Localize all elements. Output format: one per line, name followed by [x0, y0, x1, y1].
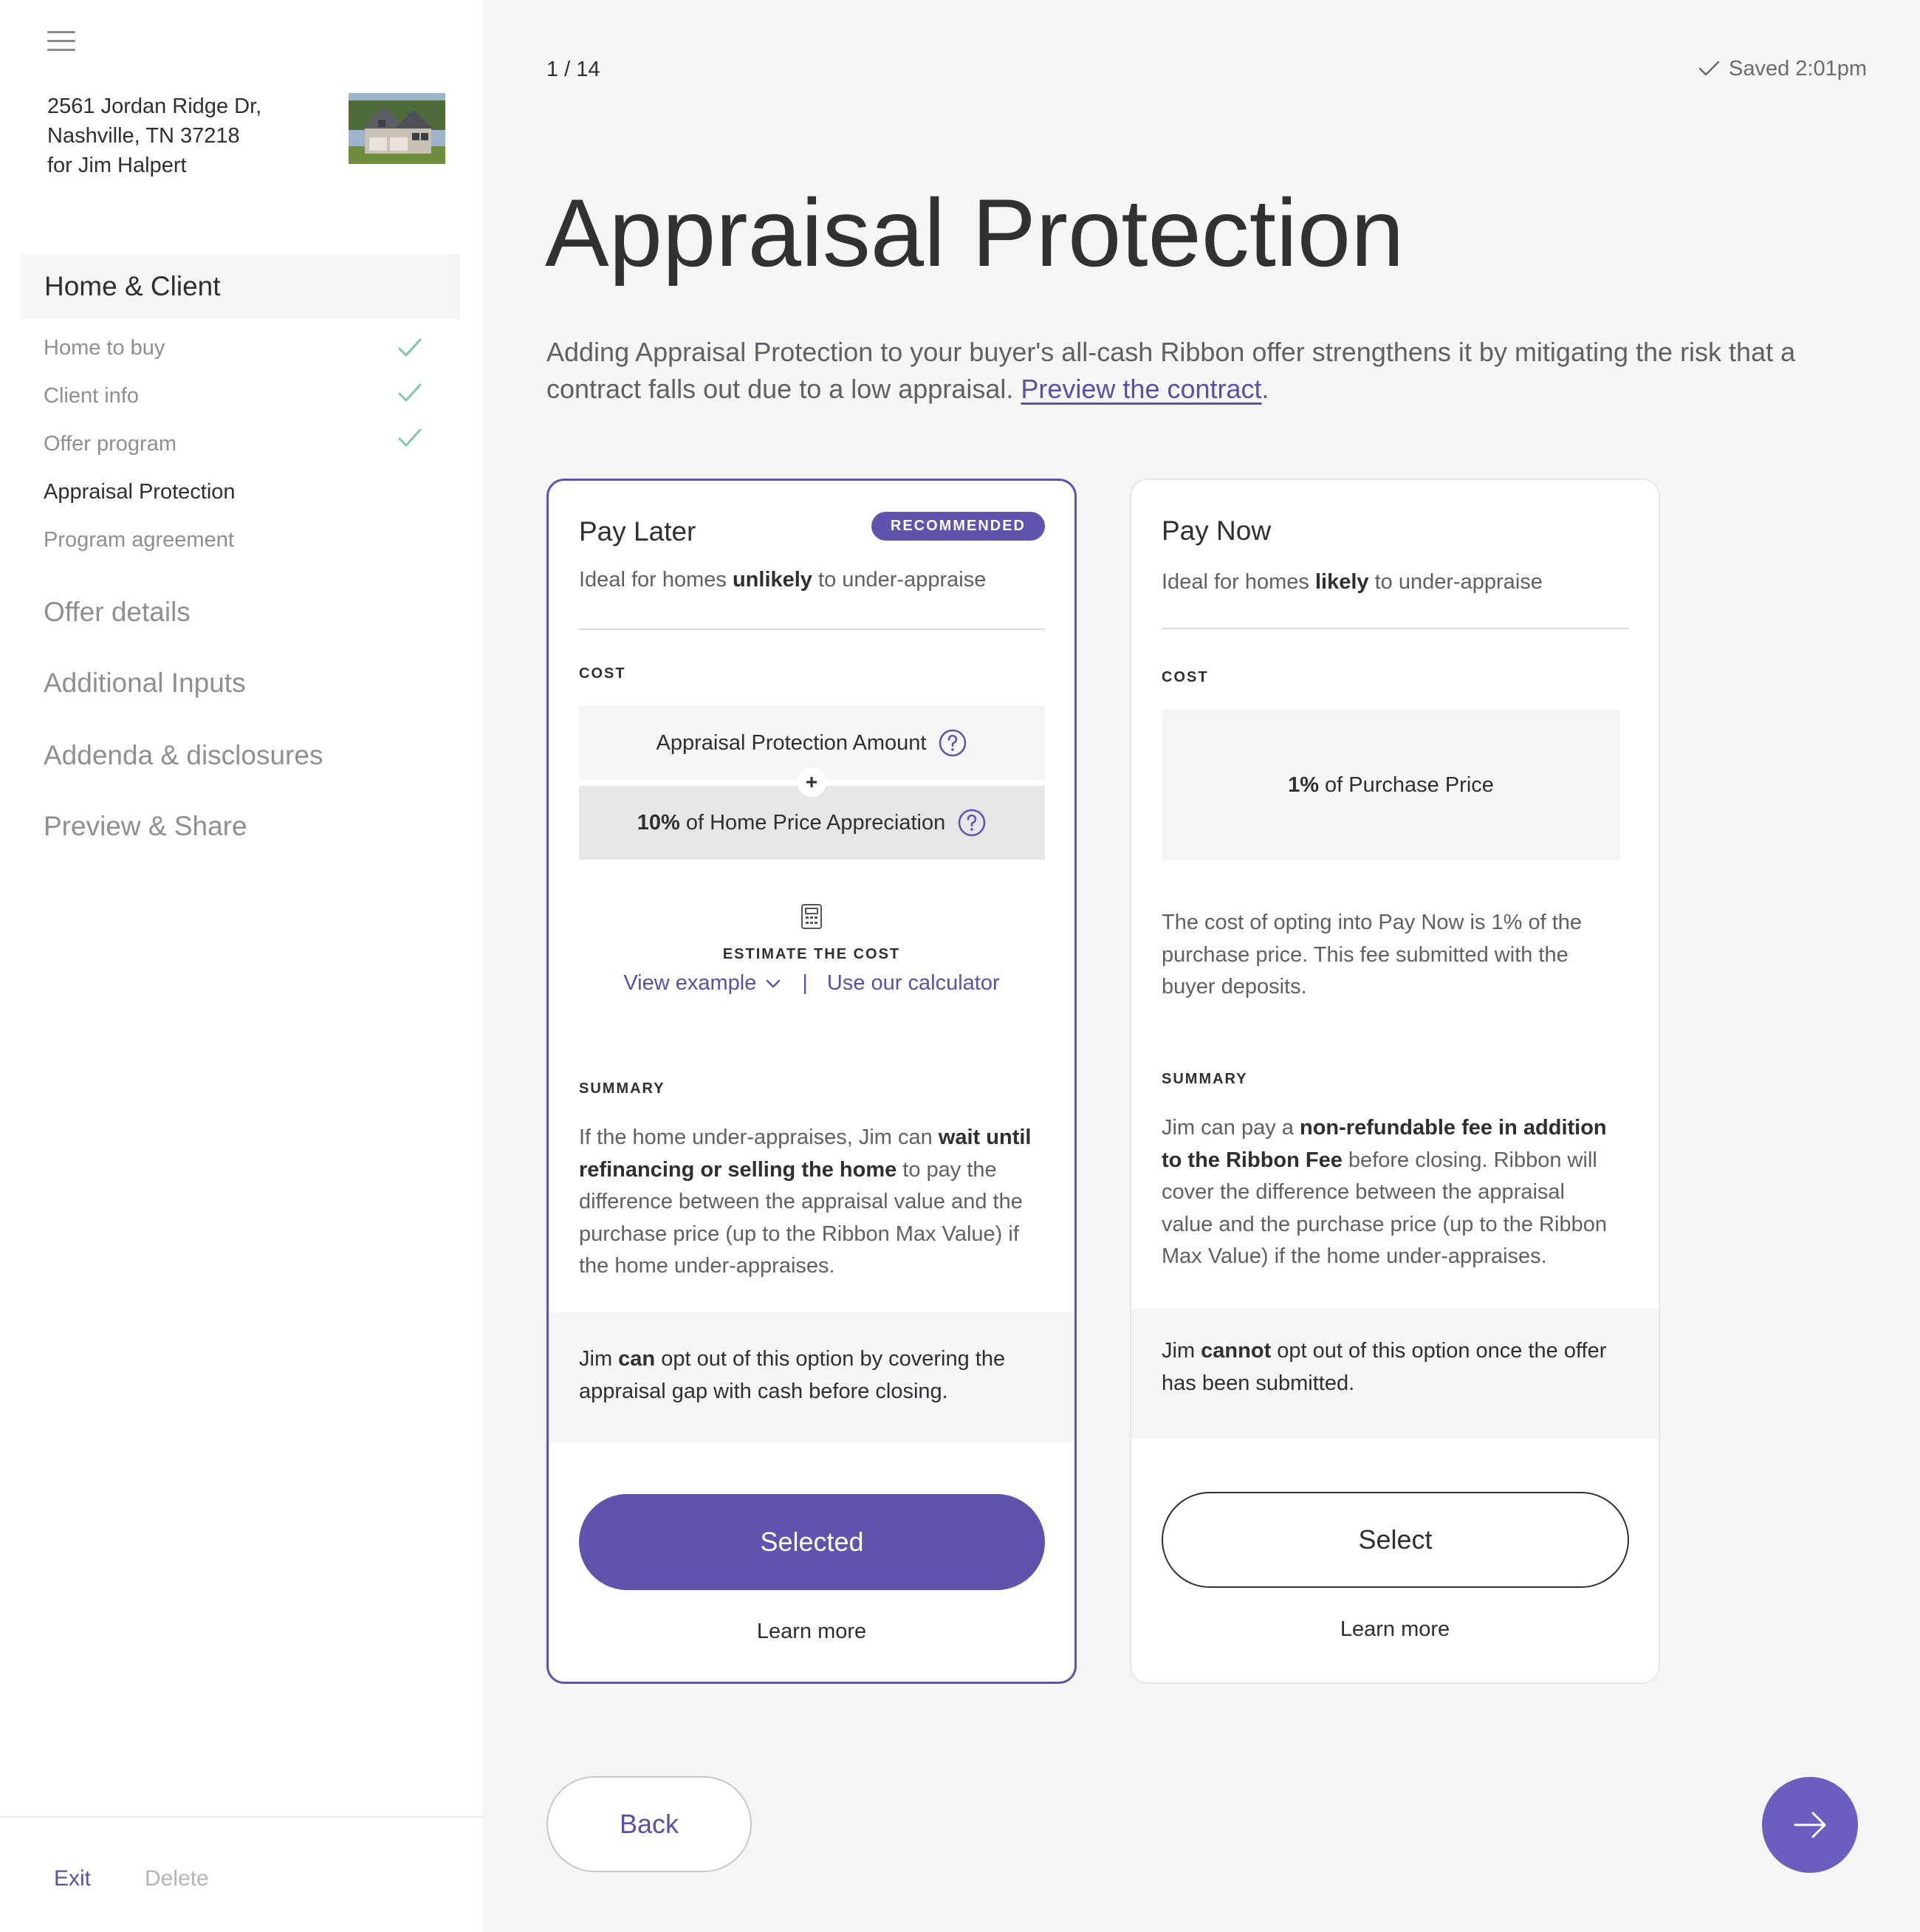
preview-contract-link[interactable]: Preview the contract: [1021, 374, 1261, 404]
address-line-2: Nashville, TN 37218: [47, 124, 240, 148]
saved-text: Saved 2:01pm: [1728, 56, 1867, 80]
main-nav: Offer details Additional Inputs Addenda …: [44, 597, 323, 882]
cost-label: COST: [1162, 669, 1209, 685]
check-icon: [398, 383, 422, 402]
calculator-link[interactable]: Use our calculator: [827, 971, 1000, 996]
sub-item-label: Appraisal Protection: [44, 480, 236, 504]
link-separator: |: [802, 971, 808, 995]
section-home-client[interactable]: Home & Client: [21, 254, 460, 319]
menu-icon[interactable]: [47, 31, 75, 53]
pay-later-card[interactable]: Pay Later RECOMMENDED Ideal for homes un…: [546, 479, 1077, 1684]
exit-link[interactable]: Exit: [54, 1866, 91, 1891]
sidebar: 2561 Jordan Ridge Dr, Nashville, TN 3721…: [0, 0, 483, 1932]
sub-item-label: Program agreement: [44, 528, 234, 552]
check-icon: [398, 338, 422, 357]
summary-label: SUMMARY: [1162, 1071, 1248, 1087]
divider: [579, 628, 1045, 630]
sub-item-offer-program[interactable]: Offer program: [44, 428, 422, 480]
checkmark-icon: [1698, 61, 1720, 76]
client-name: for Jim Halpert: [47, 154, 187, 177]
property-address: 2561 Jordan Ridge Dr, Nashville, TN 3721…: [47, 92, 261, 180]
sub-item-home-to-buy[interactable]: Home to buy: [44, 336, 422, 384]
nav-offer-details[interactable]: Offer details: [44, 597, 323, 668]
address-line-1: 2561 Jordan Ridge Dr,: [47, 95, 262, 118]
opt-out-note: Jim can opt out of this option by coveri…: [549, 1312, 1074, 1442]
next-button[interactable]: [1762, 1777, 1858, 1873]
check-icon: [398, 428, 422, 447]
card-subtitle: Ideal for homes unlikely to under-apprai…: [579, 568, 987, 592]
cost-purchase-price: 1% of Purchase Price: [1162, 710, 1620, 860]
cost-description: The cost of opting into Pay Now is 1% of…: [1162, 911, 1583, 998]
summary-text: Jim can pay a non-refundable fee in addi…: [1162, 1116, 1607, 1268]
intro-end: .: [1261, 374, 1269, 404]
help-icon[interactable]: [957, 808, 987, 837]
sub-item-label: Offer program: [44, 432, 176, 456]
summary-text: If the home under-appraises, Jim can wai…: [579, 1126, 1032, 1278]
nav-preview-share[interactable]: Preview & Share: [44, 811, 323, 882]
recommended-badge: RECOMMENDED: [871, 512, 1045, 541]
pay-now-card[interactable]: Pay Now Ideal for homes likely to under-…: [1130, 479, 1660, 1684]
help-icon[interactable]: [938, 728, 967, 758]
arrow-right-icon: [1794, 1812, 1826, 1838]
sub-item-client-info[interactable]: Client info: [44, 383, 422, 432]
page-title: Appraisal Protection: [545, 179, 1405, 287]
opt-out-note: Jim cannot opt out of this option once t…: [1131, 1309, 1659, 1439]
home-thumbnail: [349, 93, 445, 164]
cost-line-1: Appraisal Protection Amount: [656, 730, 927, 755]
calculator-icon: [801, 904, 822, 929]
card-subtitle: Ideal for homes likely to under-appraise: [1162, 570, 1543, 594]
view-example-link[interactable]: View example: [623, 971, 783, 996]
saved-status: Saved 2:01pm: [1696, 56, 1867, 81]
summary-label: SUMMARY: [579, 1080, 665, 1097]
nav-additional-inputs[interactable]: Additional Inputs: [44, 668, 323, 740]
estimate-label: ESTIMATE THE COST: [722, 946, 901, 962]
delete-link[interactable]: Delete: [145, 1866, 209, 1891]
plus-icon: +: [797, 767, 826, 797]
learn-more-link[interactable]: Learn more: [549, 1620, 1074, 1644]
section-title: Home & Client: [44, 271, 221, 301]
view-example-label: View example: [623, 971, 757, 995]
intro-text: Adding Appraisal Protection to your buye…: [546, 334, 1861, 408]
sub-item-label: Home to buy: [44, 336, 165, 360]
sub-item-label: Client info: [44, 384, 139, 408]
cost-line-2: 10% of Home Price Appreciation: [637, 810, 946, 835]
sidebar-footer: Exit Delete: [0, 1816, 483, 1932]
cost-label: COST: [579, 665, 626, 682]
sub-item-program-agreement[interactable]: Program agreement: [44, 528, 413, 576]
selected-button[interactable]: Selected: [579, 1494, 1045, 1590]
card-title: Pay Now: [1162, 515, 1272, 546]
chevron-down-icon: [767, 979, 781, 987]
learn-more-link[interactable]: Learn more: [1131, 1617, 1659, 1642]
back-button[interactable]: Back: [546, 1776, 752, 1872]
sub-item-appraisal-protection[interactable]: Appraisal Protection: [44, 480, 413, 528]
step-counter: 1 / 14: [546, 58, 600, 81]
divider: [1162, 628, 1629, 629]
estimate-links: View example | Use our calculator: [549, 971, 1074, 996]
card-title: Pay Later: [579, 516, 696, 547]
select-button[interactable]: Select: [1162, 1492, 1629, 1588]
nav-addenda-disclosures[interactable]: Addenda & disclosures: [44, 740, 323, 811]
sub-nav: Home to buy Client info Offer program Ap…: [44, 336, 422, 576]
cost-appreciation: 10% of Home Price Appreciation: [579, 786, 1045, 860]
